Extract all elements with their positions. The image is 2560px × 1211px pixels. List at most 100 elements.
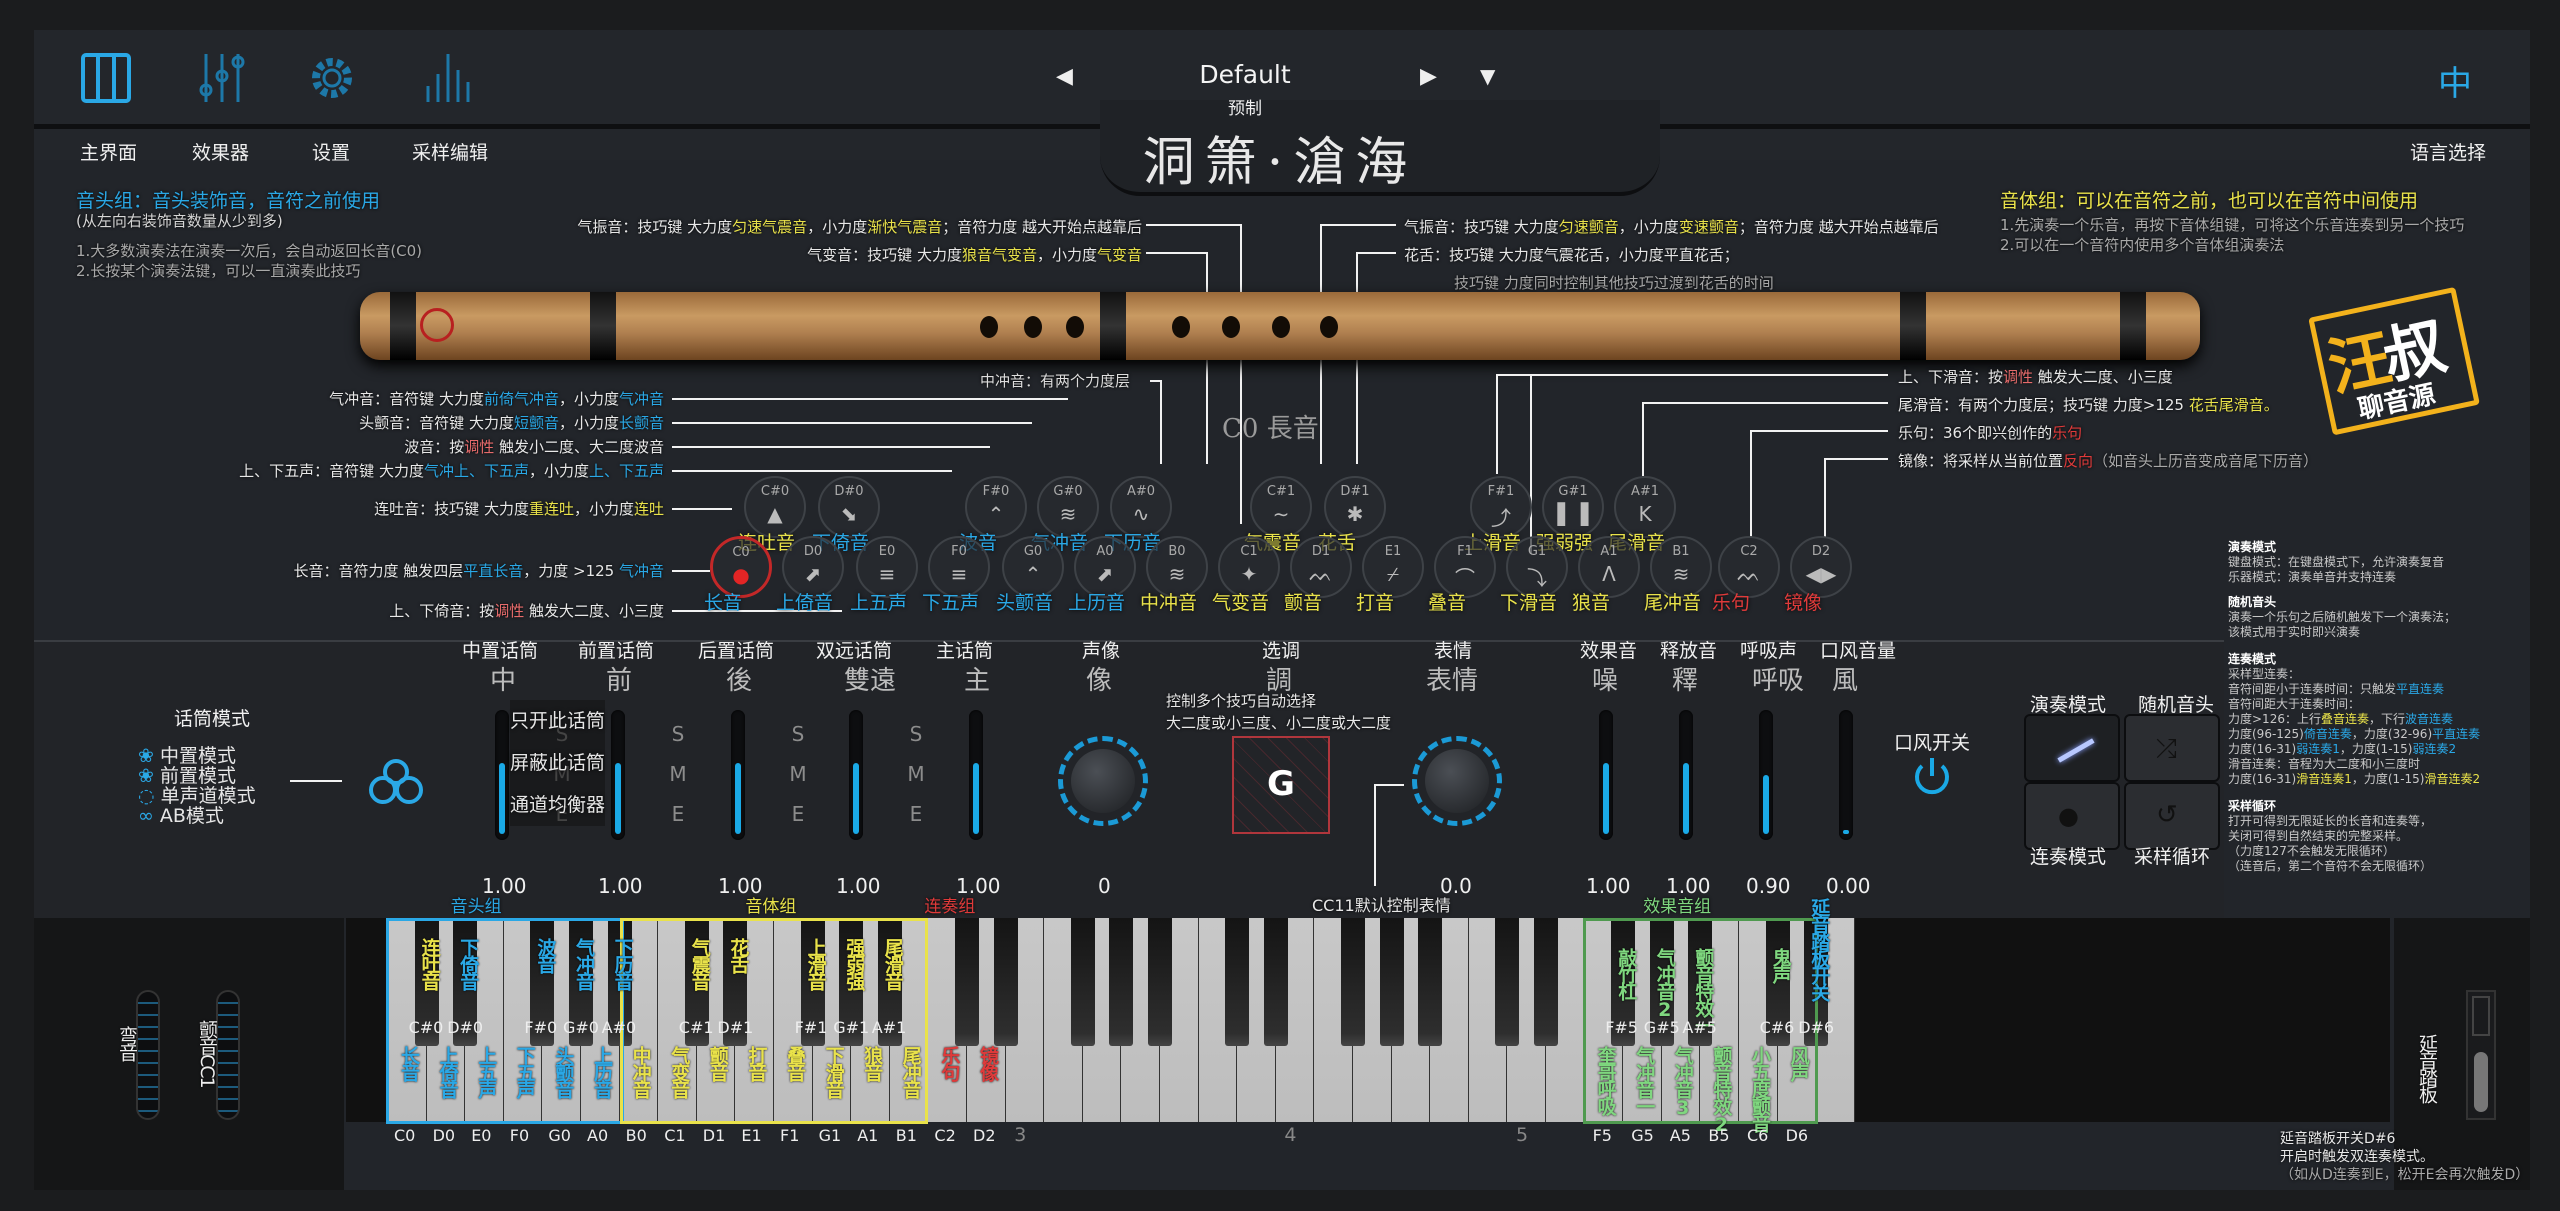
black-key[interactable] [1070, 918, 1095, 1046]
black-key[interactable] [1109, 918, 1134, 1046]
eq-button[interactable]: E [788, 794, 808, 834]
black-key[interactable] [1341, 918, 1365, 1046]
key-select-box[interactable]: G [1232, 736, 1330, 834]
channel-eq-item[interactable]: 通道均衡器 [510, 784, 605, 826]
preset-name[interactable]: Default [1150, 60, 1340, 89]
black-key[interactable] [1263, 918, 1288, 1046]
solo-mic-item[interactable]: 只开此话筒 [510, 700, 605, 742]
mute-button[interactable]: M [668, 754, 688, 794]
mic-fader[interactable] [969, 710, 983, 840]
flute-band [1900, 292, 1926, 360]
fx-calligraphy: 釋 [1672, 666, 1699, 696]
head-group-note1: 1.大多数演奏法在演奏一次后，会自动返回长音(C0) [76, 242, 423, 260]
black-key[interactable] [1379, 918, 1404, 1046]
callout-qichongyin: 气冲音：音符键 大力度前倚气冲音，小力度气冲音 [329, 390, 664, 408]
bar-chart-icon[interactable] [422, 52, 474, 104]
solo-button[interactable]: S [668, 714, 688, 754]
help-text: 该模式用于实时即兴演奏 [2228, 625, 2361, 639]
key-select-hint1: 控制多个技巧自动选择 [1166, 692, 1317, 710]
mic-mode-selector-icon[interactable] [366, 758, 426, 810]
mic-sme-buttons[interactable]: SME [906, 714, 926, 834]
language-button[interactable]: 中 [2438, 56, 2472, 105]
preset-menu-button[interactable]: ▼ [1480, 64, 1495, 88]
sustain-pedal[interactable] [2466, 990, 2496, 1120]
mute-mic-item[interactable]: 屏蔽此话筒 [510, 742, 605, 784]
fx-fader[interactable] [1599, 710, 1613, 840]
technique-glyph-icon: ⬈ [1096, 562, 1114, 586]
preset-prev-button[interactable]: ◀ [1056, 64, 1073, 89]
technique-label: 上历音 [1068, 592, 1126, 614]
help-random-head-title: 随机音头 [2228, 595, 2277, 609]
expression-knob[interactable] [1412, 736, 1502, 826]
mic-calligraphy: 主 [964, 666, 991, 696]
mic-fader[interactable] [495, 710, 509, 840]
menu-effects[interactable]: 效果器 [192, 138, 249, 165]
legato-mode-button[interactable]: ● [2024, 782, 2120, 850]
mic-fader[interactable] [611, 710, 625, 840]
mixer-sliders-icon[interactable] [196, 52, 248, 104]
preset-next-button[interactable]: ▶ [1420, 64, 1437, 89]
technique-note: A#0 [1126, 484, 1156, 499]
technique-label: 上五声 [850, 592, 908, 614]
black-key[interactable] [1148, 918, 1172, 1046]
help-text: 力度>126：上行叠音连奏，下行波音连奏 [2228, 712, 2454, 726]
technique-glyph-icon: ▌▐ [1557, 502, 1589, 526]
black-key[interactable] [1534, 918, 1558, 1046]
fx-fader[interactable] [1679, 710, 1693, 840]
eq-button[interactable]: E [906, 794, 926, 834]
technique-glyph-icon: K [1638, 502, 1652, 526]
pan-knob[interactable] [1058, 736, 1148, 826]
help-legato-title: 连奏模式 [2228, 652, 2277, 666]
fader-fill [1603, 763, 1609, 834]
black-key[interactable] [1418, 918, 1443, 1046]
technique-label: 打音 [1356, 592, 1395, 614]
menu-settings[interactable]: 设置 [312, 138, 350, 165]
mic-value: 1.00 [598, 874, 643, 898]
solo-button[interactable]: S [906, 714, 926, 754]
key-select-label: 选调 [1262, 640, 1301, 662]
fx-calligraphy: 風 [1832, 666, 1859, 696]
mute-button[interactable]: M [788, 754, 808, 794]
random-head-button[interactable]: ⤮ [2124, 714, 2220, 782]
help-text: 音符间距大于连奏时间： [2228, 697, 2361, 711]
black-key-label: 下倚音 [457, 938, 480, 989]
mic-sme-buttons[interactable]: SME [788, 714, 808, 834]
loop-button[interactable]: ↺ [2124, 782, 2220, 850]
white-key-note: B1 [895, 1126, 917, 1145]
menu-sample-edit[interactable]: 采样编辑 [412, 138, 488, 165]
shuffle-icon: ⤮ [2156, 734, 2177, 764]
menu-main[interactable]: 主界面 [80, 138, 137, 165]
fx-fader[interactable] [1759, 710, 1773, 840]
play-mode-button[interactable] [2024, 714, 2120, 782]
solo-button[interactable]: S [788, 714, 808, 754]
technique-note: A1 [1600, 544, 1618, 559]
mic-fader[interactable] [731, 710, 745, 840]
mute-button[interactable]: M [906, 754, 926, 794]
mic-fader[interactable] [849, 710, 863, 840]
flute-image [360, 292, 2200, 360]
mic-mode-center[interactable]: ❀ 中置模式 [138, 746, 256, 766]
technique-note: G#0 [1053, 484, 1083, 499]
mic-mode-front[interactable]: ❀ 前置模式 [138, 766, 256, 786]
black-key[interactable] [993, 918, 1018, 1046]
mic-mode-ab[interactable]: ∞ AB模式 [138, 806, 256, 826]
eq-button[interactable]: E [668, 794, 688, 834]
piano-keys-icon[interactable] [80, 52, 132, 104]
loop-icon: ↺ [2156, 800, 2178, 830]
black-key[interactable] [955, 918, 979, 1046]
mic-sme-buttons[interactable]: SME [668, 714, 688, 834]
white-key-label: 尾冲音 [899, 1046, 922, 1097]
power-icon[interactable] [1912, 756, 1952, 802]
mic-label: 前置话筒 [578, 640, 655, 662]
callout-huayin: 上、下滑音：按调性 触发大二度、小三度 [1898, 368, 2173, 386]
technique-note: C0 [732, 545, 750, 560]
technique-label: 下滑音 [1500, 592, 1558, 614]
callout-weihuayin: 尾滑音：有两个力度层；技巧键 力度>125 花舌尾滑音。 [1898, 396, 2279, 414]
black-key[interactable] [1225, 918, 1250, 1046]
black-key[interactable] [1495, 918, 1520, 1046]
fx-fader[interactable] [1839, 710, 1853, 840]
gear-icon[interactable] [306, 52, 358, 104]
mic-mode-mono[interactable]: ◌ 单声道模式 [138, 786, 256, 806]
side-help: 演奏模式 键盘模式：在键盘模式下，允许演奏复音 乐器模式：演奏单音并支持连奏 随… [2228, 540, 2558, 874]
vibrato-wheel-label: 颤音CC1 [196, 1020, 218, 1087]
